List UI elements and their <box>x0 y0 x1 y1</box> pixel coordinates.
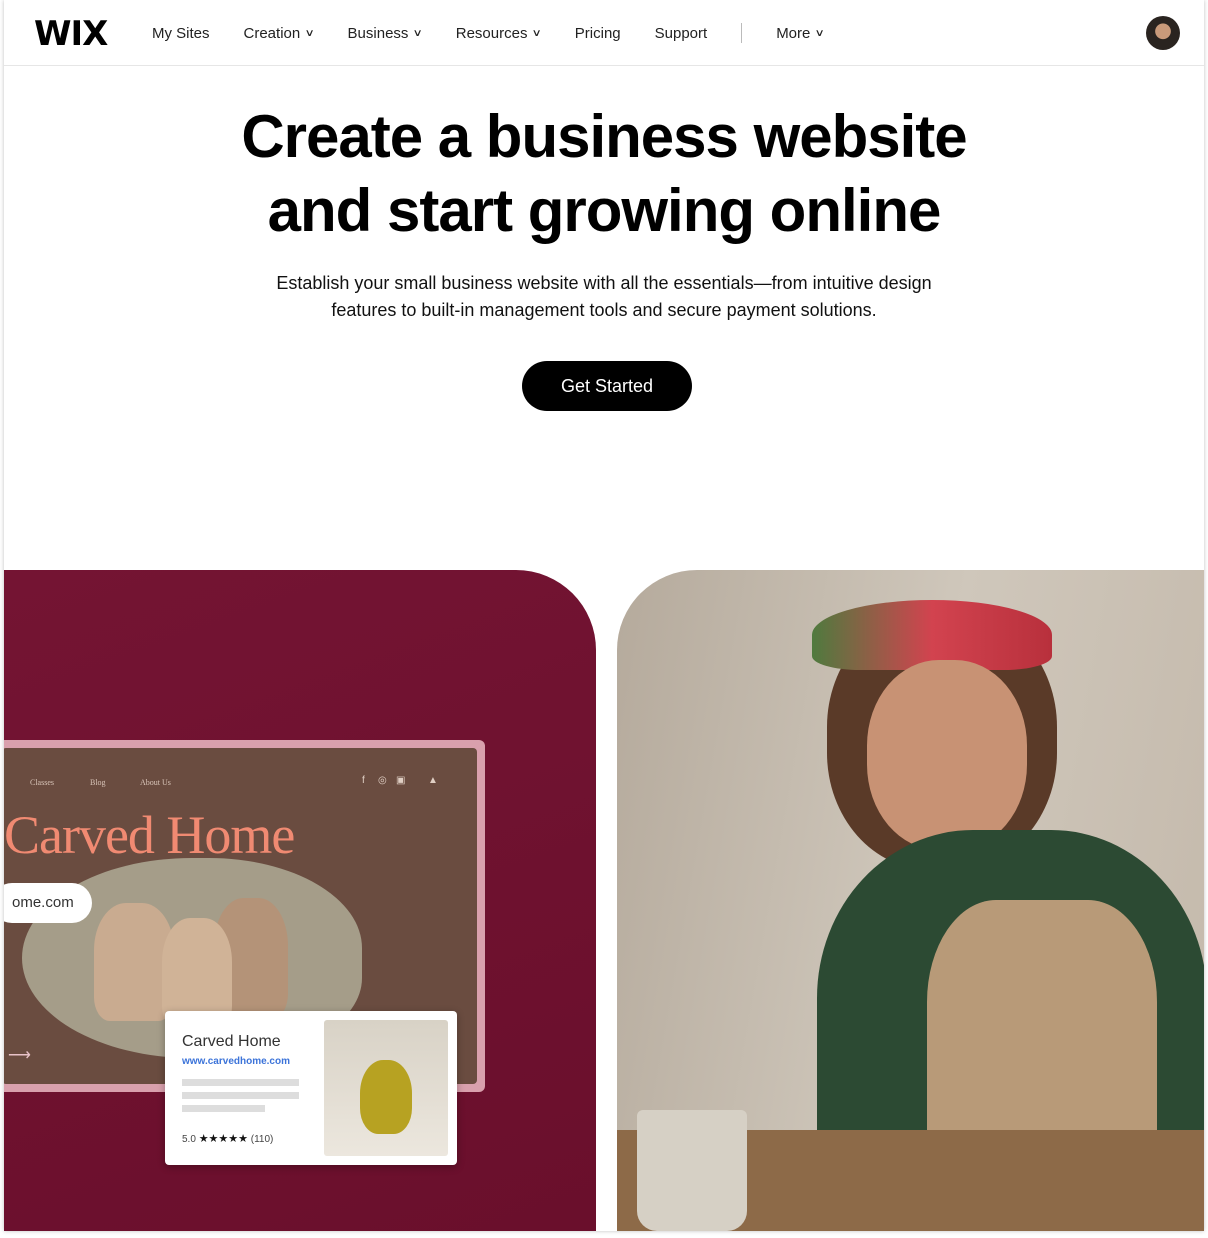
chevron-down-icon: ∨ <box>531 28 543 39</box>
page: WIX My Sites Creation ∨ Business ∨ Resources ∨… <box>4 0 1204 1231</box>
card-url: www.carvedhome.com <box>182 1056 290 1067</box>
arrow-icon: ⟶ <box>8 1047 31 1064</box>
stars-icon: ★★★★★ <box>198 1133 248 1145</box>
nav-divider <box>741 23 743 43</box>
cart-icon: ▲ <box>428 775 438 786</box>
facebook-icon: f <box>362 775 365 786</box>
youtube-icon: ▣ <box>396 775 406 786</box>
get-started-button[interactable]: Get Started <box>522 361 692 411</box>
nav-item-more[interactable]: More ∨ <box>776 24 826 43</box>
mockup-nav-about: About Us <box>140 778 171 787</box>
page-title: Create a business website and start growi… <box>241 103 967 244</box>
domain-pill: ome.com <box>4 883 92 923</box>
chevron-down-icon: ∨ <box>814 28 826 39</box>
instagram-icon: ◎ <box>378 775 387 786</box>
chevron-down-icon: ∨ <box>412 28 424 39</box>
chevron-down-icon: ∨ <box>304 28 316 39</box>
website-mockup-panel: Classes Blog About Us f ◎ ▣ ▲ Carved Hom… <box>4 570 596 1231</box>
nav-item-pricing[interactable]: Pricing <box>575 24 621 43</box>
nav-item-resources[interactable]: Resources ∨ <box>456 24 543 43</box>
rating: 5.0 ★★★★★ (110) <box>182 1133 274 1145</box>
avatar[interactable] <box>1146 16 1180 50</box>
nav-item-business[interactable]: Business ∨ <box>348 24 424 43</box>
placeholder-line <box>182 1105 265 1112</box>
nav-item-my-sites[interactable]: My Sites <box>152 24 210 43</box>
potter-photo <box>617 570 1204 1231</box>
nav-item-creation[interactable]: Creation ∨ <box>244 24 316 43</box>
placeholder-line <box>182 1079 299 1086</box>
nav-item-support[interactable]: Support <box>655 24 708 43</box>
mockup-nav-classes: Classes <box>30 778 54 787</box>
wix-logo[interactable]: WIX <box>34 14 108 54</box>
mockup-nav-blog: Blog <box>90 778 106 787</box>
mockup-brand: Carved Home <box>4 805 295 865</box>
card-title: Carved Home <box>182 1033 281 1050</box>
hero-subtitle: Establish your small business website wi… <box>276 273 932 320</box>
nav-menu: My Sites Creation ∨ Business ∨ Resources ∨ Pric… <box>152 23 858 43</box>
placeholder-line <box>182 1092 299 1099</box>
search-result-card: Carved Home www.carvedhome.com 5.0 ★★★★★… <box>165 1011 457 1165</box>
product-image <box>324 1020 448 1156</box>
top-nav: WIX My Sites Creation ∨ Business ∨ Resources ∨… <box>4 0 1204 66</box>
